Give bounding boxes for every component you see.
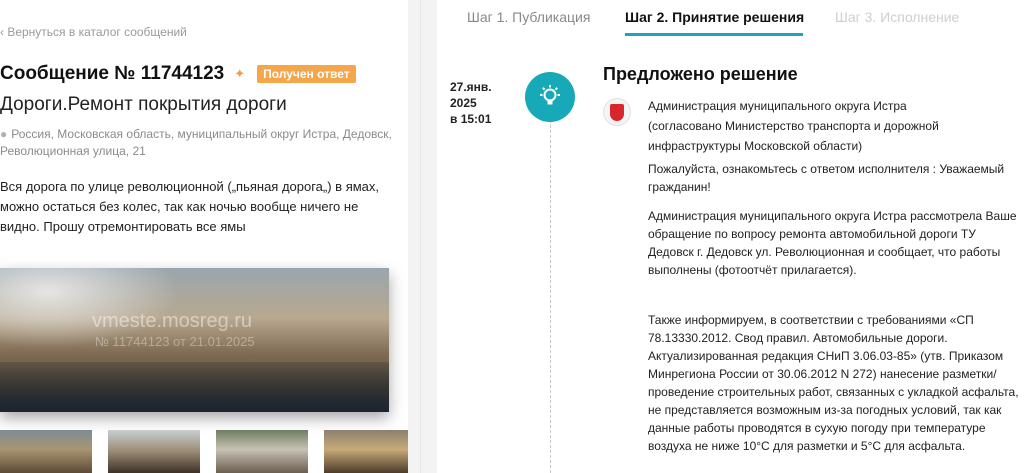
date-year: 2025 xyxy=(450,96,477,110)
photo-dashboard xyxy=(0,362,389,412)
back-to-catalog-link[interactable]: ‹ Вернуться в каталог сообщений xyxy=(0,25,187,39)
decision-paragraph-1: Администрация муниципального округа Истр… xyxy=(648,209,1017,277)
photo-thumbnail[interactable] xyxy=(108,430,200,473)
photo-thumbnails xyxy=(0,430,408,473)
photo-watermark: vmeste.mosreg.ru xyxy=(92,310,253,332)
decision-author: Администрация муниципального округа Истр… xyxy=(648,99,939,153)
message-address: ● Россия, Московская область, муниципальн… xyxy=(0,126,400,160)
active-tab-indicator xyxy=(625,33,803,36)
date-day: 27.янв. xyxy=(450,80,492,94)
decision-paragraph-2: Также информируем, в соответствии с треб… xyxy=(648,313,1019,453)
map-pin-icon: ● xyxy=(0,127,8,141)
address-text: Россия, Московская область, муниципальны… xyxy=(0,127,392,158)
message-text: Вся дорога по улице революционной („пьян… xyxy=(0,179,380,234)
timeline-line xyxy=(550,115,551,473)
step-tabs: Шаг 1. Публикация Шаг 2. Принятие решени… xyxy=(437,0,1024,36)
decision-date: 27.янв. 2025 в 15:01 xyxy=(450,79,510,127)
photo-thumbnail[interactable] xyxy=(0,430,92,473)
lightbulb-icon xyxy=(525,72,575,122)
photo-thumbnail[interactable] xyxy=(216,430,308,473)
message-title: Сообщение № 11744123 xyxy=(0,63,225,84)
message-panel: ‹ Вернуться в каталог сообщений Сообщени… xyxy=(0,0,408,473)
coat-of-arms-icon xyxy=(603,98,631,126)
shield-icon xyxy=(610,103,624,121)
tab-execution[interactable]: Шаг 3. Исполнение xyxy=(835,9,959,25)
message-category: Дороги.Ремонт покрытия дороги xyxy=(0,94,287,115)
main-photo[interactable]: vmeste.mosreg.ru № 11744123 от 21.01.202… xyxy=(0,268,389,412)
decision-panel: Шаг 1. Публикация Шаг 2. Принятие решени… xyxy=(437,0,1024,473)
decision-title: Предложено решение xyxy=(603,64,798,84)
panel-divider xyxy=(420,0,421,473)
tab-decision[interactable]: Шаг 2. Принятие решения xyxy=(625,9,804,25)
tab-publication[interactable]: Шаг 1. Публикация xyxy=(467,9,590,25)
date-time: в 15:01 xyxy=(450,112,492,126)
photo-watermark-sub: № 11744123 от 21.01.2025 xyxy=(95,334,255,349)
status-badge: Получен ответ xyxy=(257,65,356,83)
pin-icon: ✦ xyxy=(234,66,246,81)
message-title-row: Сообщение № 11744123 ✦ Получен ответ xyxy=(0,63,356,85)
photo-thumbnail[interactable] xyxy=(324,430,408,473)
decision-intro: Пожалуйста, ознакомьтесь с ответом испол… xyxy=(648,162,1005,194)
